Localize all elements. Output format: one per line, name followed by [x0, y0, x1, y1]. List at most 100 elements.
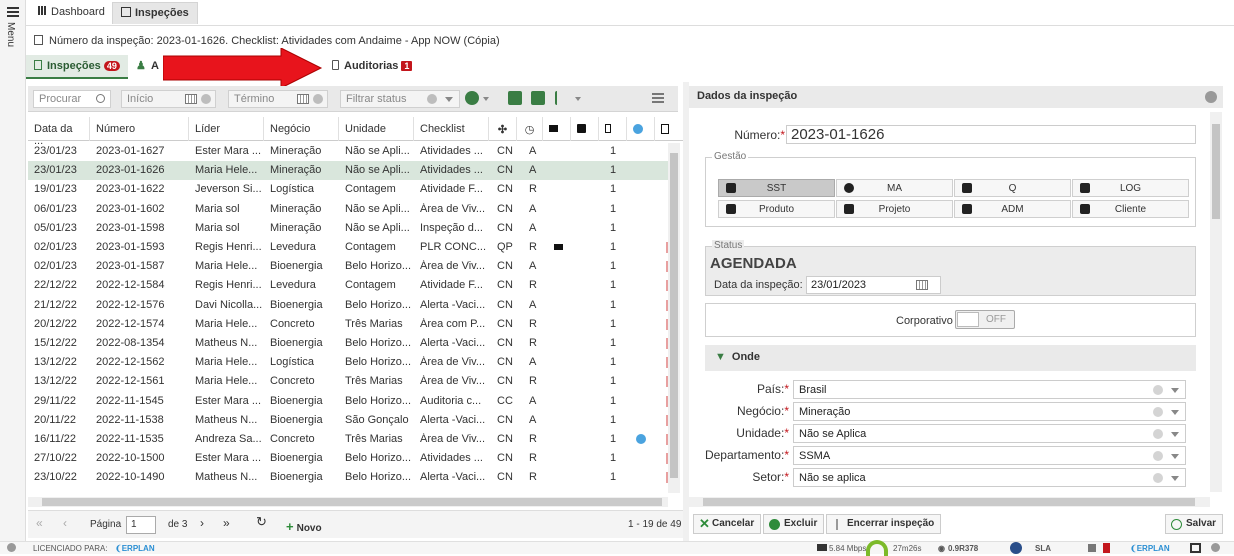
- group-filter-icon[interactable]: [465, 91, 479, 105]
- table-row[interactable]: 13/12/22 2022-12-1562 Maria Hele... Logísti…: [28, 353, 668, 372]
- scroll-thumb[interactable]: [42, 498, 662, 506]
- collapse-panel-icon[interactable]: [1205, 91, 1217, 103]
- search-input[interactable]: Procurar: [33, 90, 111, 108]
- clear-icon[interactable]: [1153, 473, 1163, 483]
- menu-label[interactable]: Menu: [5, 22, 16, 47]
- table-vertical-scrollbar[interactable]: [668, 143, 680, 493]
- col-business[interactable]: Negócio: [264, 117, 339, 141]
- cancel-button[interactable]: ✕ Cancelar: [693, 514, 762, 534]
- fullscreen-icon[interactable]: [1190, 543, 1201, 553]
- list-menu-icon[interactable]: [652, 93, 664, 103]
- table-row[interactable]: 15/12/22 2022-08-1354 Matheus N... Bioenerg…: [28, 334, 668, 353]
- table-row[interactable]: 23/01/23 2023-01-1627 Ester Mara ... Minera…: [28, 142, 668, 161]
- table-row[interactable]: 29/11/22 2022-11-1545 Ester Mara ... Bioene…: [28, 392, 668, 411]
- scroll-thumb[interactable]: [1212, 124, 1220, 219]
- table-row[interactable]: 06/01/23 2023-01-1602 Maria sol Mineração Nã…: [28, 200, 668, 219]
- chevron-down-icon[interactable]: [1171, 476, 1179, 481]
- delete-button[interactable]: Excluir: [763, 514, 825, 534]
- gestao-ma-button[interactable]: MA: [836, 179, 953, 197]
- hamburger-menu-icon[interactable]: [7, 7, 19, 17]
- close-inspection-button[interactable]: Encerrar inspeção: [826, 514, 942, 534]
- col-leader[interactable]: Líder: [189, 117, 264, 141]
- data-inspecao-field[interactable]: 23/01/2023: [806, 276, 941, 294]
- gestao-produto-button[interactable]: Produto: [718, 200, 835, 218]
- power-icon[interactable]: [1211, 543, 1220, 552]
- gestao-q-button[interactable]: Q: [954, 179, 1071, 197]
- gestao-log-button[interactable]: LOG: [1072, 179, 1189, 197]
- table-row[interactable]: 27/10/22 2022-10-1500 Ester Mara ... Bioene…: [28, 449, 668, 468]
- edit-filter-icon[interactable]: [531, 91, 545, 105]
- alert-icon[interactable]: [1103, 543, 1110, 553]
- flag-col-icon[interactable]: [543, 117, 571, 141]
- col-unit[interactable]: Unidade: [339, 117, 414, 141]
- gestao-cliente-button[interactable]: Cliente: [1072, 200, 1189, 218]
- gestao-sst-button[interactable]: SST: [718, 179, 835, 197]
- tab-inspecoes-list[interactable]: Inspeções 49: [26, 55, 128, 79]
- chevron-down-icon[interactable]: [445, 97, 453, 102]
- scroll-thumb[interactable]: [670, 153, 678, 478]
- help-icon[interactable]: [1010, 542, 1022, 554]
- detail-horizontal-scrollbar[interactable]: [689, 497, 1210, 507]
- refresh-icon[interactable]: ↻: [256, 514, 267, 530]
- gestao-projeto-button[interactable]: Projeto: [836, 200, 953, 218]
- clear-icon[interactable]: [1153, 429, 1163, 439]
- clipboard-col-icon[interactable]: [655, 117, 683, 141]
- clear-icon[interactable]: [1153, 385, 1163, 395]
- table-row[interactable]: 13/12/22 2022-12-1561 Maria Hele... Concret…: [28, 372, 668, 391]
- clear-icon[interactable]: [313, 94, 323, 104]
- chevron-down-icon[interactable]: [1171, 410, 1179, 415]
- next-page-icon[interactable]: ›: [200, 516, 204, 530]
- onde-field-select[interactable]: Mineração: [793, 402, 1186, 421]
- table-row[interactable]: 05/01/23 2023-01-1598 Maria sol Mineração Nã…: [28, 219, 668, 238]
- chevron-down-icon[interactable]: [575, 97, 581, 101]
- page-number-input[interactable]: 1: [126, 516, 156, 534]
- clock-icon[interactable]: ◷: [517, 117, 543, 141]
- calendar-icon[interactable]: [185, 94, 197, 104]
- monitor-icon[interactable]: [1088, 544, 1096, 552]
- table-horizontal-scrollbar[interactable]: [28, 497, 668, 507]
- onde-field-select[interactable]: Não se aplica: [793, 468, 1186, 487]
- onde-field-select[interactable]: Brasil: [793, 380, 1186, 399]
- calendar-icon[interactable]: [297, 94, 309, 104]
- chevron-down-icon[interactable]: [483, 97, 489, 101]
- edit-col-icon[interactable]: [571, 117, 599, 141]
- clear-icon[interactable]: [427, 94, 437, 104]
- flag-filter-icon[interactable]: [555, 91, 565, 105]
- tab-dashboard[interactable]: Dashboard: [30, 2, 113, 24]
- clear-icon[interactable]: [201, 94, 211, 104]
- info-icon[interactable]: [7, 543, 16, 552]
- prev-page-icon[interactable]: ‹: [63, 516, 67, 530]
- onde-field-select[interactable]: Não se Aplica: [793, 424, 1186, 443]
- table-row[interactable]: 02/01/23 2023-01-1587 Maria Hele... Bioener…: [28, 257, 668, 276]
- table-row[interactable]: 23/01/23 2023-01-1626 Maria Hele... Mineraç…: [28, 161, 668, 181]
- start-date-input[interactable]: Início: [121, 90, 216, 108]
- col-number[interactable]: Número: [90, 117, 189, 141]
- chevron-down-icon[interactable]: [1171, 432, 1179, 437]
- numero-field[interactable]: 2023-01-1626: [786, 125, 1196, 144]
- tab-auditorias[interactable]: Auditorias 1: [324, 55, 420, 79]
- tab-inspecoes[interactable]: Inspeções: [112, 2, 198, 24]
- detail-vertical-scrollbar[interactable]: [1210, 112, 1222, 492]
- tablet-col-icon[interactable]: [599, 117, 627, 141]
- move-icon[interactable]: ✣: [489, 117, 517, 141]
- clear-icon[interactable]: [1153, 407, 1163, 417]
- table-row[interactable]: 20/12/22 2022-12-1574 Maria Hele... Concret…: [28, 315, 668, 334]
- col-date[interactable]: Data da ...: [28, 117, 90, 147]
- calendar-icon[interactable]: [916, 280, 928, 290]
- chevron-down-icon[interactable]: [1171, 388, 1179, 393]
- status-filter-select[interactable]: Filtrar status: [340, 90, 460, 108]
- new-button[interactable]: + Novo: [286, 519, 322, 534]
- chevron-down-icon[interactable]: [1171, 454, 1179, 459]
- scroll-thumb[interactable]: [703, 498, 1195, 506]
- table-row[interactable]: 23/10/22 2022-10-1490 Matheus N... Bioenerg…: [28, 468, 668, 487]
- table-row[interactable]: 22/12/22 2022-12-1584 Regis Henri... Levedu…: [28, 276, 668, 295]
- end-date-input[interactable]: Término: [228, 90, 328, 108]
- last-page-icon[interactable]: »: [223, 516, 230, 530]
- clear-icon[interactable]: [1153, 451, 1163, 461]
- tablet-filter-icon[interactable]: [508, 91, 522, 105]
- onde-field-select[interactable]: SSMA: [793, 446, 1186, 465]
- table-row[interactable]: 02/01/23 2023-01-1593 Regis Henri... Levedu…: [28, 238, 668, 257]
- corporativo-toggle[interactable]: OFF: [955, 310, 1015, 329]
- tab-a[interactable]: ♟ A: [128, 55, 167, 79]
- gestao-adm-button[interactable]: ADM: [954, 200, 1071, 218]
